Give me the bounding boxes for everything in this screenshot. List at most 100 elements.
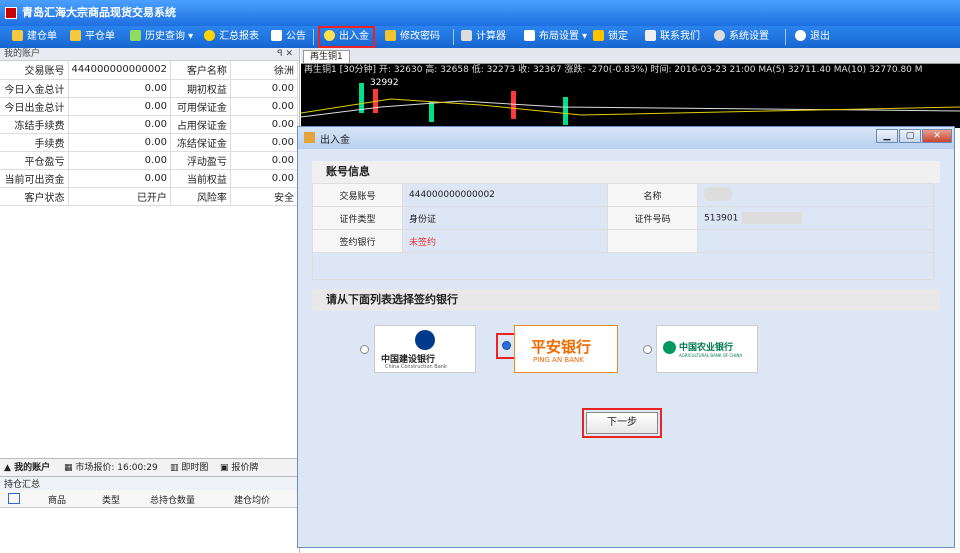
- tab-quote-board[interactable]: ▣ 报价牌: [220, 461, 258, 476]
- bank-abc[interactable]: 中国农业银行 AGRICULTURAL BANK OF CHINA: [656, 325, 758, 373]
- label-id-type: 证件类型: [312, 206, 403, 230]
- bottom-tabs: ▲ 我的账户 ▦ 市场报价: 16:00:29 ▥ 即时图 ▣ 报价牌: [0, 458, 300, 477]
- account-label: 可用保证金: [170, 97, 231, 116]
- abc-name: 中国农业银行: [679, 343, 734, 353]
- layout-settings-menu[interactable]: 布局设置 ▾: [524, 26, 587, 48]
- account-label: 客户状态: [0, 187, 69, 206]
- bank-ccb[interactable]: 中国建设银行 China Construction Bank: [374, 325, 476, 373]
- ccb-name-en: China Construction Bank: [385, 364, 447, 370]
- value-id-type: 身份证: [402, 206, 608, 230]
- account-value: 0.00: [230, 97, 299, 116]
- radio-pingan[interactable]: [502, 341, 511, 350]
- calculator-button[interactable]: 计算器: [461, 26, 506, 48]
- account-label: 当前可出资金: [0, 169, 69, 188]
- col-type: 类型: [102, 496, 121, 506]
- account-row: 今日出金总计 0.00 可用保证金 0.00: [0, 97, 299, 116]
- holding-summary-title: 持仓汇总: [0, 477, 300, 490]
- tab-chart-copper[interactable]: 再生铜1: [303, 50, 350, 64]
- candle: [359, 83, 364, 113]
- section-select-bank: 请从下面列表选择签约银行: [312, 289, 940, 311]
- tab-market-quote[interactable]: ▦ 市场报价: 16:00:29: [64, 461, 158, 476]
- account-info-table: 交易账号 444000000000002 名称 证件类型 身份证 证件号码 51…: [312, 183, 934, 280]
- dialog-money-icon: [304, 132, 315, 143]
- account-row: 当前可出资金 0.00 当前权益 0.00: [0, 169, 299, 188]
- open-position-button[interactable]: 建仓单: [12, 26, 57, 48]
- blurred-id: [742, 212, 803, 224]
- account-row: 平仓盈亏 0.00 浮动盈亏 0.00: [0, 151, 299, 170]
- bank-pingan[interactable]: 平安银行 PING AN BANK: [514, 325, 618, 373]
- account-label: 浮动盈亏: [170, 151, 231, 170]
- account-value: 0.00: [68, 115, 171, 134]
- lock-button[interactable]: 锁定: [593, 26, 628, 48]
- toolbar: 建仓单 平仓单 历史查询 ▾ 汇总报表 公告 出入金 修改密码 计算器 布局设置…: [0, 26, 960, 48]
- next-step-button[interactable]: 下一步: [586, 412, 658, 434]
- export-icon[interactable]: [8, 493, 20, 504]
- minimize-button[interactable]: ▁: [876, 129, 898, 143]
- app-logo-icon: [5, 7, 17, 19]
- value-name: [697, 183, 934, 207]
- account-value: 安全: [230, 187, 299, 206]
- account-row: 冻结手续费 0.00 占用保证金 0.00: [0, 115, 299, 134]
- account-value: 444000000000002: [68, 61, 171, 80]
- pin-close-icon[interactable]: ꟼ ✕: [277, 48, 293, 61]
- summary-report-button[interactable]: 汇总报表: [204, 26, 259, 48]
- account-label: 客户名称: [170, 61, 231, 80]
- exit-button[interactable]: 退出: [795, 26, 830, 48]
- account-label: 冻结保证金: [170, 133, 231, 152]
- account-label: 占用保证金: [170, 115, 231, 134]
- empty-cell: [607, 229, 698, 253]
- close-position-button[interactable]: 平仓单: [70, 26, 115, 48]
- account-value: 0.00: [68, 79, 171, 98]
- announcement-button[interactable]: 公告: [271, 26, 306, 48]
- tab-instant-chart[interactable]: ▥ 即时图: [170, 461, 208, 476]
- account-label: 今日出金总计: [0, 97, 69, 116]
- window-title: 青岛汇海大宗商品现货交易系统: [0, 0, 960, 26]
- maximize-button[interactable]: ▢: [899, 129, 921, 143]
- label-id-number: 证件号码: [607, 206, 698, 230]
- close-button[interactable]: ✕: [922, 129, 952, 143]
- system-settings-button[interactable]: 系统设置: [714, 26, 769, 48]
- empty-row: [312, 252, 934, 280]
- deposit-withdraw-button[interactable]: 出入金: [318, 26, 375, 48]
- ccb-logo-icon: [415, 330, 435, 350]
- chart-icon: [130, 30, 141, 41]
- money-icon: [324, 30, 335, 41]
- box-icon: [12, 30, 23, 41]
- candle: [511, 91, 516, 119]
- col-total-holding: 总持仓数量: [150, 496, 196, 506]
- account-label: 交易账号: [0, 61, 69, 80]
- col-avg-price: 建仓均价: [234, 496, 271, 506]
- abc-name-en: AGRICULTURAL BANK OF CHINA: [679, 353, 743, 358]
- section-account-info: 账号信息: [312, 161, 940, 183]
- key-icon: [385, 30, 396, 41]
- deposit-withdraw-dialog: 出入金 ▁ ▢ ✕ 账号信息 交易账号 444000000000002 名称 证…: [297, 126, 955, 548]
- col-commodity: 商品: [48, 496, 67, 506]
- account-label: 手续费: [0, 133, 69, 152]
- grid-icon: [524, 30, 535, 41]
- tab-my-account[interactable]: ▲ 我的账户: [4, 461, 50, 476]
- toolbar-separator: [453, 29, 454, 45]
- pingan-name-en: PING AN BANK: [533, 356, 584, 364]
- account-value: 0.00: [230, 79, 299, 98]
- holding-header: 商品 类型 总持仓数量 建仓均价: [0, 490, 300, 508]
- account-label: 当前权益: [170, 169, 231, 188]
- chart-tabs: 再生铜1: [301, 48, 960, 64]
- radio-abc[interactable]: [643, 345, 652, 354]
- calculator-icon: [461, 30, 472, 41]
- change-password-button[interactable]: 修改密码: [385, 26, 440, 48]
- phone-icon: [645, 30, 656, 41]
- history-query-menu[interactable]: 历史查询 ▾: [130, 26, 193, 48]
- account-label: 平仓盈亏: [0, 151, 69, 170]
- account-label: 今日入金总计: [0, 79, 69, 98]
- empty-cell: [697, 229, 934, 253]
- power-icon: [795, 30, 806, 41]
- account-value: 0.00: [230, 115, 299, 134]
- account-label: 风险率: [170, 187, 231, 206]
- label-trade-account: 交易账号: [312, 183, 403, 207]
- contact-us-button[interactable]: 联系我们: [645, 26, 700, 48]
- speaker-icon: [271, 30, 282, 41]
- account-value: 0.00: [68, 169, 171, 188]
- radio-ccb[interactable]: [360, 345, 369, 354]
- candle: [563, 97, 568, 125]
- value-trade-account: 444000000000002: [402, 183, 608, 207]
